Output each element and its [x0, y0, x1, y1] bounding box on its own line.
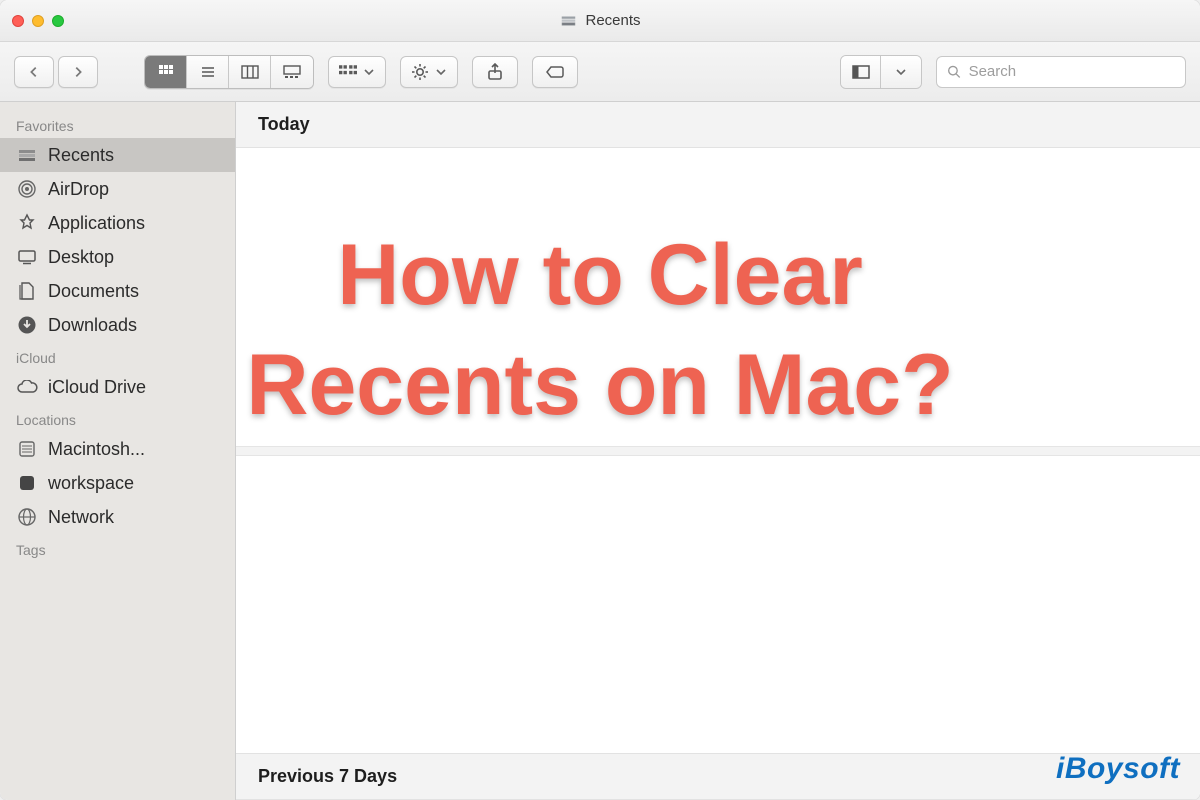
- sidebar-item-network[interactable]: Network: [0, 500, 235, 534]
- sidebar-item-airdrop[interactable]: AirDrop: [0, 172, 235, 206]
- applications-icon: [16, 212, 38, 234]
- recents-title-icon: [559, 12, 577, 30]
- forward-button[interactable]: [58, 56, 98, 88]
- group-by-button[interactable]: [328, 56, 386, 88]
- chevron-down-icon: [435, 66, 447, 78]
- minimize-window-button[interactable]: [32, 15, 44, 27]
- sidebar-item-icloud-drive[interactable]: iCloud Drive: [0, 370, 235, 404]
- sidebar-item-label: Applications: [48, 213, 145, 234]
- sidebar-section-tags: Tags: [0, 534, 235, 562]
- view-list-button[interactable]: [187, 56, 229, 88]
- volume-dark-icon: [16, 472, 38, 494]
- sidebar-toggle-segment: [840, 55, 922, 89]
- traffic-lights: [12, 15, 64, 27]
- toggle-preview-chevron[interactable]: [881, 56, 921, 88]
- sidebar-item-label: Documents: [48, 281, 139, 302]
- window-title: Recents: [559, 12, 640, 30]
- toggle-preview-button[interactable]: [841, 56, 881, 88]
- titlebar: Recents: [0, 0, 1200, 42]
- view-column-button[interactable]: [229, 56, 271, 88]
- toolbar: [0, 42, 1200, 102]
- share-icon: [487, 63, 503, 81]
- tags-button[interactable]: [532, 56, 578, 88]
- sidebar-item-label: iCloud Drive: [48, 377, 146, 398]
- section-heading-previous: Previous 7 Days: [236, 753, 1200, 800]
- content-area: Today Previous 7 Days: [236, 102, 1200, 800]
- chevron-down-icon: [363, 66, 375, 78]
- back-button[interactable]: [14, 56, 54, 88]
- sidebar-item-label: Desktop: [48, 247, 114, 268]
- documents-icon: [16, 280, 38, 302]
- sidebar-item-documents[interactable]: Documents: [0, 274, 235, 308]
- sidebar-item-desktop[interactable]: Desktop: [0, 240, 235, 274]
- search-field[interactable]: [936, 56, 1186, 88]
- sidebar: Favorites Recents AirDrop Applications D…: [0, 102, 236, 800]
- view-mode-segment: [144, 55, 314, 89]
- sidebar-section-icloud: iCloud: [0, 342, 235, 370]
- view-icon-button[interactable]: [145, 56, 187, 88]
- search-input[interactable]: [969, 63, 1175, 80]
- sidebar-item-workspace[interactable]: workspace: [0, 466, 235, 500]
- desktop-icon: [16, 246, 38, 268]
- section-heading-today: Today: [236, 102, 1200, 148]
- finder-window: Recents: [0, 0, 1200, 800]
- icloud-icon: [16, 376, 38, 398]
- airdrop-icon: [16, 178, 38, 200]
- sidebar-item-label: AirDrop: [48, 179, 109, 200]
- sidebar-item-label: workspace: [48, 473, 134, 494]
- sidebar-section-locations: Locations: [0, 404, 235, 432]
- view-gallery-button[interactable]: [271, 56, 313, 88]
- sidebar-section-favorites: Favorites: [0, 110, 235, 138]
- sidebar-item-recents[interactable]: Recents: [0, 138, 235, 172]
- sidebar-item-macintosh[interactable]: Macintosh...: [0, 432, 235, 466]
- network-icon: [16, 506, 38, 528]
- sidebar-item-label: Network: [48, 507, 114, 528]
- section-body-spacer[interactable]: [236, 456, 1200, 754]
- action-menu-button[interactable]: [400, 56, 458, 88]
- search-icon: [947, 64, 961, 79]
- close-window-button[interactable]: [12, 15, 24, 27]
- sidebar-item-label: Downloads: [48, 315, 137, 336]
- recents-icon: [16, 144, 38, 166]
- gear-icon: [411, 63, 429, 81]
- zoom-window-button[interactable]: [52, 15, 64, 27]
- window-title-text: Recents: [585, 12, 640, 29]
- tag-icon: [545, 65, 565, 79]
- section-body-today[interactable]: [236, 148, 1200, 446]
- sidebar-item-label: Recents: [48, 145, 114, 166]
- nav-buttons: [14, 56, 98, 88]
- sidebar-item-applications[interactable]: Applications: [0, 206, 235, 240]
- downloads-icon: [16, 314, 38, 336]
- disk-icon: [16, 438, 38, 460]
- share-button[interactable]: [472, 56, 518, 88]
- sidebar-item-label: Macintosh...: [48, 439, 145, 460]
- window-body: Favorites Recents AirDrop Applications D…: [0, 102, 1200, 800]
- sidebar-item-downloads[interactable]: Downloads: [0, 308, 235, 342]
